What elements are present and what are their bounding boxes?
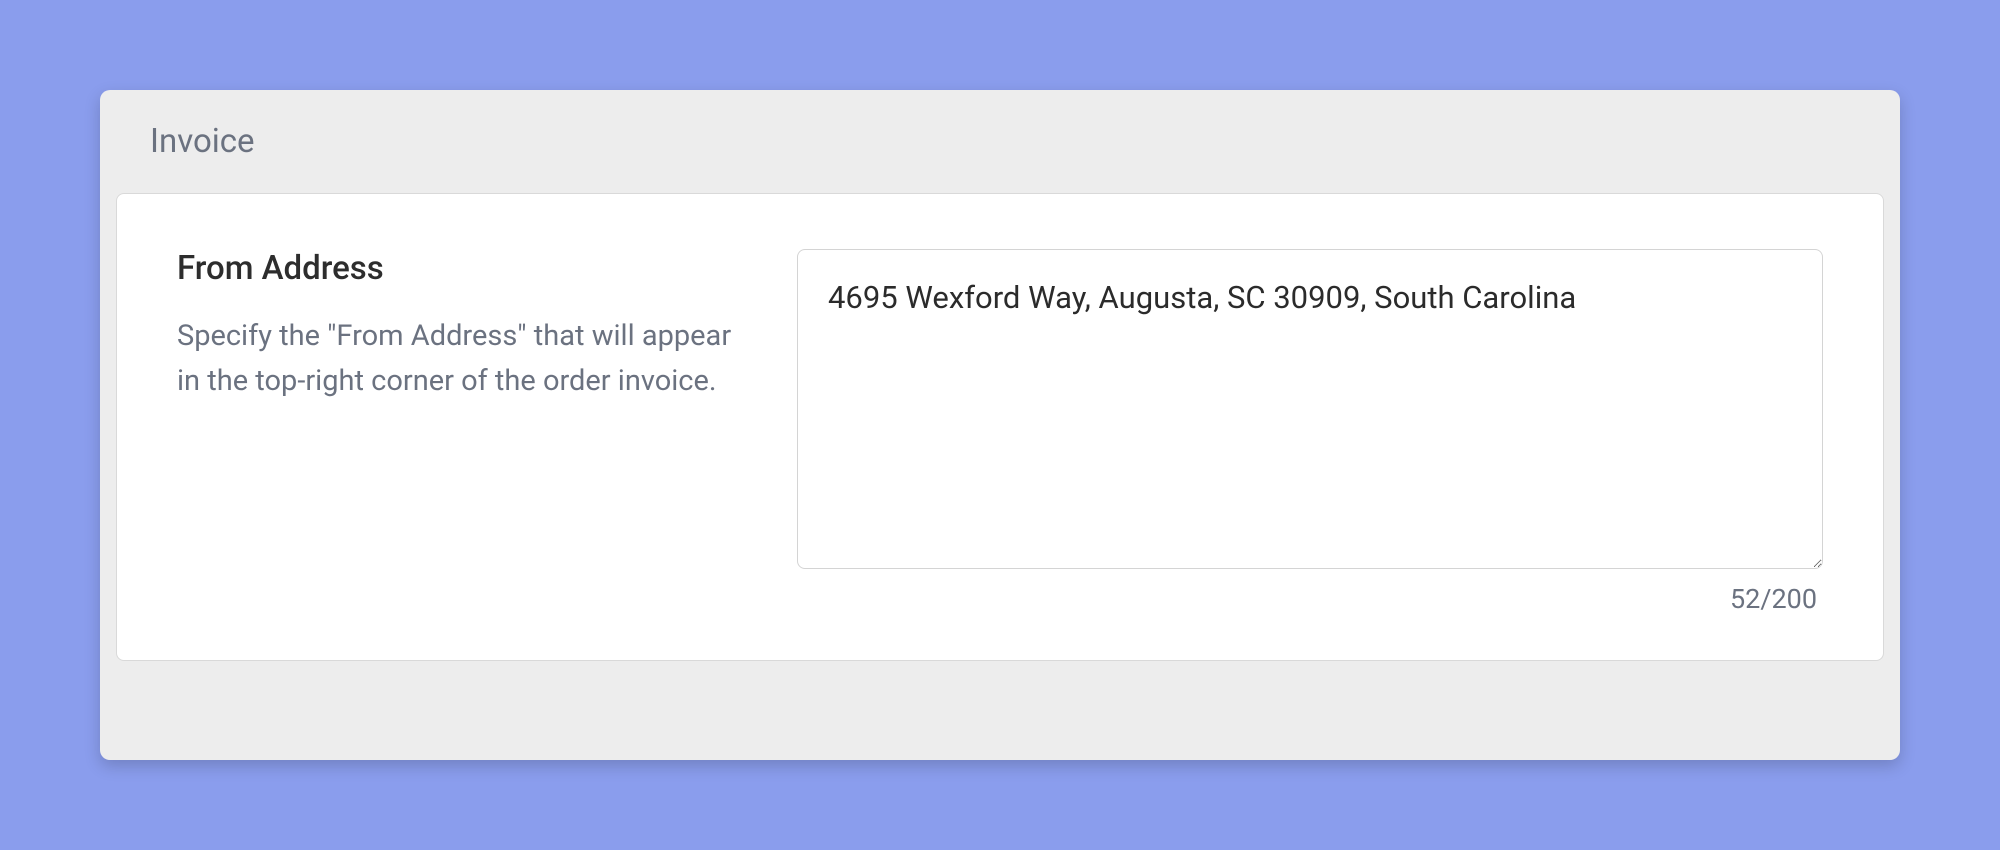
card-header: Invoice (100, 90, 1900, 193)
from-address-label: From Address (177, 249, 737, 288)
field-info-column: From Address Specify the "From Address" … (177, 249, 737, 615)
invoice-card: Invoice From Address Specify the "From A… (100, 90, 1900, 760)
from-address-textarea[interactable] (797, 249, 1823, 569)
card-body: From Address Specify the "From Address" … (116, 193, 1884, 661)
character-counter: 52/200 (797, 583, 1823, 615)
card-title: Invoice (150, 122, 1850, 161)
from-address-description: Specify the "From Address" that will app… (177, 314, 737, 404)
field-input-column: 52/200 (797, 249, 1823, 615)
